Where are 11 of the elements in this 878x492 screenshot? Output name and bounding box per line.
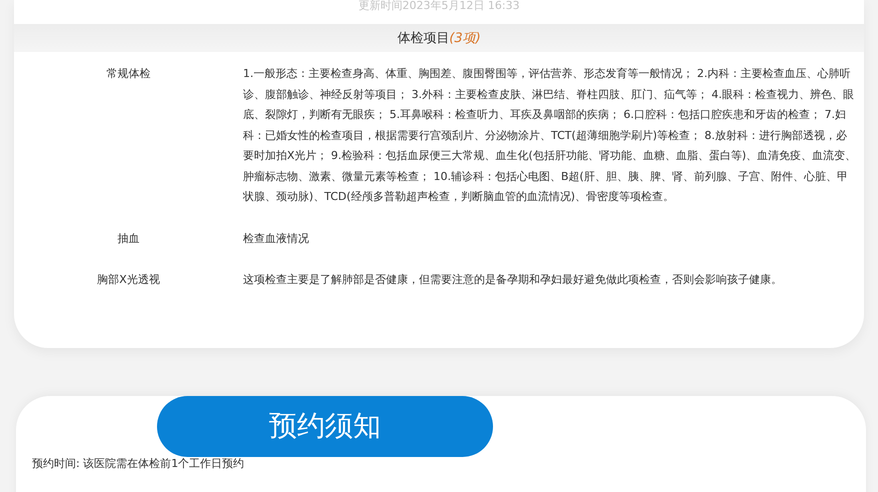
item-description: 检查血液情况 <box>243 230 310 246</box>
notice-text: 预约时间: 该医院需在体检前1个工作日预约 <box>32 456 246 470</box>
section-title: 体检项目 <box>397 30 450 47</box>
notice-heading: 预约须知 <box>157 396 493 456</box>
item-description: 这项检查主要是了解肺部是否健康，但需要注意的是备孕期和孕妇最好避免做此项检查，否则会影响孩子健康。 <box>243 272 783 288</box>
item-name: 胸部X光透视 <box>96 272 161 288</box>
item-description: 1.一般形态：主要检查身高、体重、胸围差、腹围臀围等，评估营养、形态发育等一般情况； 2.内科：主要检查血压、心肺听诊、腹部触诊、神经反射等项目； 3.外科：主要检查皮肤、淋巴结、脊柱四肢、肛门、疝气等； 4.眼科：检查视力、辨色、眼底、裂隙灯，判断有无眼疾； 5.耳鼻喉科：检查听力、耳疾及鼻咽部的疾病； 6.口腔科：包括口腔疾患和牙齿的检查； 7.妇科：已婚女性的检查项目，根据需要行宫颈刮片、分泌物涂片、TCT(超薄细胞学刷片)等检查； 8.放射科：进行胸部透视，必要时加拍X光片； 9.检验科：包括血尿便三大常规、血生化(包括肝功能、肾功能、血糖、血脂、蛋白等)、血清免疫、血流变、肿瘤标志物、激素、微量元素等检查； 10.辅诊科：包括心电图、B超(肝、胆、胰、脾、肾、前列腺、子宫、附件、心脏、甲状腺、颈动脉)、TCD(经颅多普勒超声检查，判断脑血管的血流情况)、骨密度等项检查。 <box>243 66 858 205</box>
item-count: (3项) <box>449 30 481 47</box>
update-time: 更新时间2023年5月12日 16:33 <box>357 0 521 14</box>
item-name: 常规体检 <box>106 66 152 82</box>
item-name: 抽血 <box>116 230 140 246</box>
